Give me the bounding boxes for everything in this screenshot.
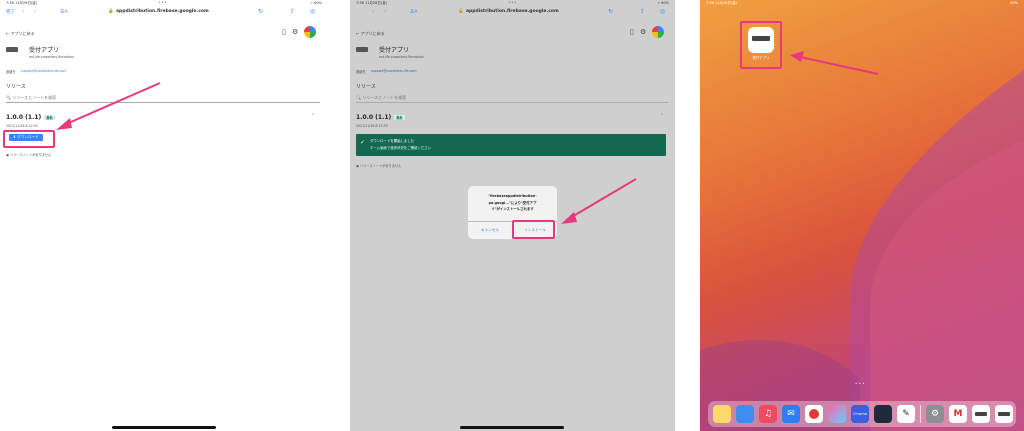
page-indicator[interactable]: • • • [855,381,865,386]
settings-icon[interactable]: ⚙ [926,405,944,423]
home-indicator [460,426,564,429]
panel-download-page: 7:36 11月26日(金) ⚡ 60% ••• 完了 ‹ › あA 🔒 app… [0,0,328,431]
gmail-icon[interactable]: M [949,405,967,423]
home-indicator [112,426,216,429]
app-logo [975,412,987,416]
annotation-arrow [56,82,161,130]
photos-icon[interactable] [828,405,846,423]
mail-icon[interactable]: ✉ [782,405,800,423]
notes-pen-icon[interactable]: ✎ [897,405,915,423]
chrome-icon[interactable]: Chrome [851,405,869,423]
recent-app-icon[interactable] [995,405,1013,423]
safari-icon[interactable] [736,405,754,423]
dock: ♫ ✉ Chrome ✎ ⚙ M [708,401,1016,427]
shortcut-app-icon[interactable] [805,405,823,423]
music-icon[interactable]: ♫ [759,405,777,423]
app-logo [998,412,1010,416]
annotation-arrow [561,178,637,224]
panel-home-screen: 7:36 11月26日(金) 60% 受付アプリ • • • ♫ ✉ Chrom… [700,0,1024,431]
dock-divider [920,405,921,423]
notes-icon[interactable] [713,405,731,423]
annotation-arrow [790,51,879,75]
red-dot-icon [809,409,819,419]
kindle-icon[interactable] [874,405,892,423]
reception-app-dock-icon[interactable] [972,405,990,423]
panel-install-dialog: 7:36 11月26日(金) ⚡ 60% ••• ‹ › あA 🔒 appdis… [350,0,675,431]
